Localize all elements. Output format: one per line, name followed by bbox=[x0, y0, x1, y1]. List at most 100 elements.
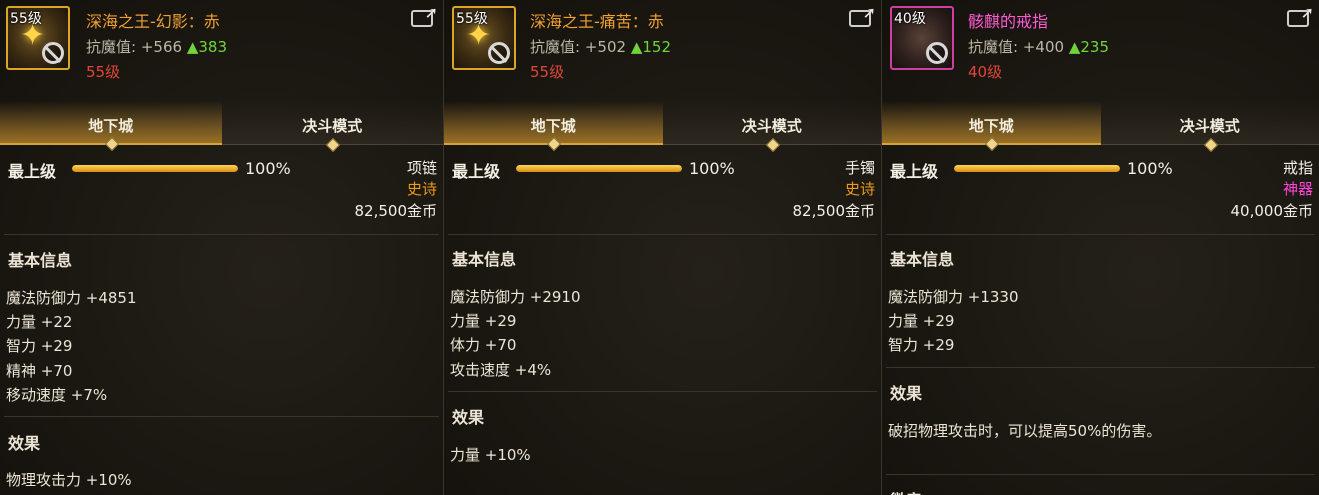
item-level-tag: 40级 bbox=[894, 11, 926, 27]
divider bbox=[886, 474, 1315, 475]
share-icon[interactable] bbox=[849, 3, 876, 27]
stat-line: 力量 +22 bbox=[6, 313, 73, 331]
magic-resist-value: +502 bbox=[584, 38, 627, 56]
ban-icon bbox=[926, 42, 948, 64]
divider bbox=[448, 234, 877, 235]
extra-section-title: 微章 bbox=[890, 487, 922, 495]
magic-resist-label: 抗魔值: bbox=[86, 38, 137, 56]
rank-label: 最上级 bbox=[8, 162, 57, 181]
item-level-tag: 55级 bbox=[10, 11, 42, 27]
item-price: 82,500金币 bbox=[354, 202, 438, 220]
divider bbox=[886, 234, 1315, 235]
divider bbox=[886, 367, 1315, 368]
magic-resist-delta: ▲383 bbox=[186, 38, 227, 56]
tab-duel-label: 决斗模式 bbox=[1179, 117, 1240, 135]
divider bbox=[4, 234, 439, 235]
item-icon[interactable]: ✦ 55级 bbox=[452, 6, 516, 70]
item-tooltip-panel: ✦ 55级 深海之王-幻影：赤 抗魔值: +566 ▲383 55级 地下城 决… bbox=[0, 0, 444, 495]
diamond-marker bbox=[104, 136, 119, 152]
stat-line: 魔法防御力 +4851 bbox=[6, 289, 137, 307]
divider bbox=[4, 416, 439, 417]
item-icon[interactable]: 40级 bbox=[890, 6, 954, 70]
stat-line: 智力 +29 bbox=[6, 337, 73, 355]
tab-dungeon[interactable]: 地下城 bbox=[882, 101, 1101, 152]
stat-line: 智力 +29 bbox=[888, 336, 955, 354]
diamond-marker bbox=[547, 136, 562, 152]
effect-text: 破招物理攻击时，可以提高50%的伤害。 bbox=[888, 422, 1162, 440]
item-slot: 戒指 bbox=[1282, 159, 1313, 177]
mode-tabs: 地下城 决斗模式 bbox=[0, 101, 443, 153]
item-header: ✦ 55级 深海之王-幻影：赤 抗魔值: +566 ▲383 55级 bbox=[0, 0, 443, 92]
magic-resist-delta: ▲235 bbox=[1068, 38, 1109, 56]
basic-info-title: 基本信息 bbox=[8, 251, 73, 270]
stat-line: 体力 +70 bbox=[450, 336, 517, 354]
rank-progress-bar bbox=[72, 165, 238, 172]
tab-duel[interactable]: 决斗模式 bbox=[221, 101, 443, 153]
tab-duel[interactable]: 决斗模式 bbox=[1100, 101, 1319, 153]
divider bbox=[448, 391, 877, 392]
diamond-marker bbox=[765, 137, 780, 153]
tab-duel-label: 决斗模式 bbox=[741, 117, 802, 135]
rank-label: 最上级 bbox=[452, 162, 501, 181]
item-name: 深海之王-幻影：赤 bbox=[86, 12, 220, 31]
mode-tabs: 地下城 决斗模式 bbox=[444, 101, 881, 153]
rank-percent: 100% bbox=[689, 159, 735, 178]
share-icon[interactable] bbox=[411, 3, 438, 27]
stat-line: 魔法防御力 +1330 bbox=[888, 288, 1019, 306]
stat-line: 攻击速度 +4% bbox=[450, 361, 552, 379]
effect-text: 力量 +10% bbox=[450, 446, 531, 464]
required-level: 40级 bbox=[968, 63, 1003, 81]
item-price: 40,000金币 bbox=[1230, 202, 1314, 220]
rank-progress-fill bbox=[954, 165, 1120, 172]
magic-resist-line: 抗魔值: +400 ▲235 bbox=[968, 36, 1109, 57]
tab-dungeon[interactable]: 地下城 bbox=[444, 101, 663, 152]
rank-percent: 100% bbox=[245, 159, 291, 178]
rank-percent: 100% bbox=[1127, 159, 1173, 178]
ban-icon bbox=[42, 42, 64, 64]
basic-info-title: 基本信息 bbox=[452, 250, 517, 269]
tab-dungeon-label: 地下城 bbox=[968, 117, 1014, 135]
item-name: 骸麒的戒指 bbox=[968, 12, 1049, 31]
share-icon[interactable] bbox=[1287, 3, 1314, 27]
magic-resist-label: 抗魔值: bbox=[968, 38, 1019, 56]
item-price: 82,500金币 bbox=[792, 202, 876, 220]
stat-line: 力量 +29 bbox=[888, 312, 955, 330]
item-icon[interactable]: ✦ 55级 bbox=[6, 6, 70, 70]
basic-info-title: 基本信息 bbox=[890, 250, 955, 269]
item-slot: 项链 bbox=[406, 159, 437, 177]
effect-title: 效果 bbox=[890, 384, 923, 403]
required-level: 55级 bbox=[530, 63, 565, 81]
magic-resist-value: +400 bbox=[1022, 38, 1065, 56]
magic-resist-delta: ▲152 bbox=[630, 38, 671, 56]
diamond-marker bbox=[1203, 137, 1218, 153]
effect-text: 物理攻击力 +10% bbox=[6, 471, 132, 489]
item-tooltip-panel: ✦ 55级 深海之王-痛苦：赤 抗魔值: +502 ▲152 55级 地下城 决… bbox=[444, 0, 882, 495]
effect-title: 效果 bbox=[452, 408, 485, 427]
item-slot: 手镯 bbox=[844, 159, 875, 177]
rank-progress-fill bbox=[516, 165, 682, 172]
tab-dungeon[interactable]: 地下城 bbox=[0, 101, 222, 152]
rank-progress-bar bbox=[516, 165, 682, 172]
item-rarity: 史诗 bbox=[844, 180, 875, 198]
tab-dungeon-label: 地下城 bbox=[88, 117, 134, 135]
stat-line: 魔法防御力 +2910 bbox=[450, 288, 581, 306]
tab-duel[interactable]: 决斗模式 bbox=[662, 101, 881, 153]
stat-line: 移动速度 +7% bbox=[6, 386, 108, 404]
mode-tabs: 地下城 决斗模式 bbox=[882, 101, 1319, 153]
rank-progress-bar bbox=[954, 165, 1120, 172]
item-level-tag: 55级 bbox=[456, 11, 488, 27]
magic-resist-line: 抗魔值: +566 ▲383 bbox=[86, 36, 227, 57]
magic-resist-line: 抗魔值: +502 ▲152 bbox=[530, 36, 671, 57]
diamond-marker bbox=[326, 137, 341, 153]
ban-icon bbox=[488, 42, 510, 64]
tab-dungeon-label: 地下城 bbox=[530, 117, 576, 135]
magic-resist-label: 抗魔值: bbox=[530, 38, 581, 56]
item-header: 40级 骸麒的戒指 抗魔值: +400 ▲235 40级 bbox=[882, 0, 1319, 92]
item-rarity: 神器 bbox=[1282, 180, 1313, 198]
item-tooltip-panel: 40级 骸麒的戒指 抗魔值: +400 ▲235 40级 地下城 决斗模式 最上… bbox=[882, 0, 1319, 495]
stat-line: 精神 +70 bbox=[6, 362, 73, 380]
required-level: 55级 bbox=[86, 63, 121, 81]
rank-progress-fill bbox=[72, 165, 238, 172]
diamond-marker bbox=[985, 136, 1000, 152]
tab-duel-label: 决斗模式 bbox=[302, 117, 363, 135]
